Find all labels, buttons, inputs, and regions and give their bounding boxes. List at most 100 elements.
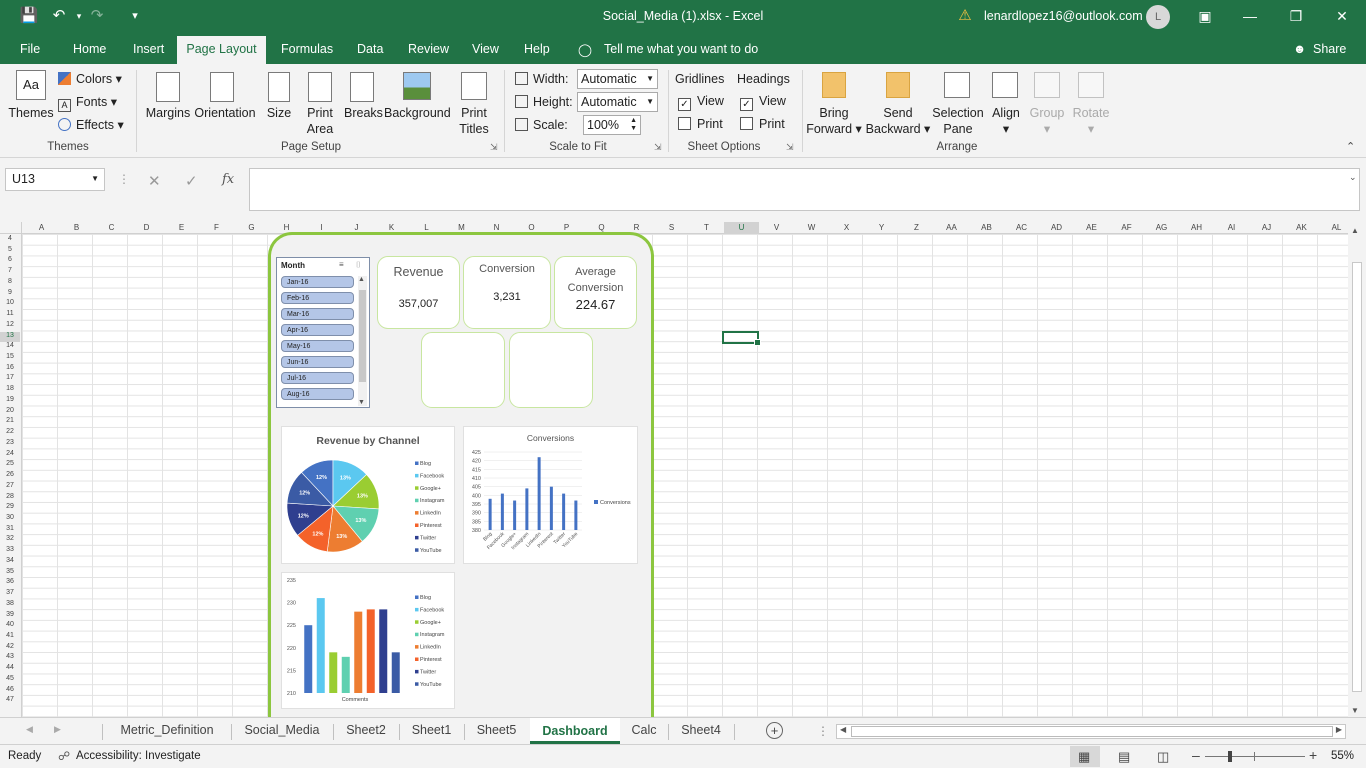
size-icon[interactable] <box>268 72 290 102</box>
average-conversion-card[interactable]: Average Conversion 224.67 <box>554 256 637 329</box>
vertical-scrollbar[interactable]: ▲ ▼ <box>1348 222 1366 717</box>
row-header[interactable]: 21 <box>0 417 20 428</box>
conversion-bar[interactable] <box>525 488 529 530</box>
row-header[interactable]: 5 <box>0 246 20 257</box>
slicer-item[interactable]: Aug-16 <box>281 388 354 400</box>
selection-pane-button[interactable]: Selection Pane <box>930 105 986 137</box>
align-icon[interactable] <box>992 72 1018 98</box>
gridlines-print-checkbox[interactable]: Print <box>678 117 723 131</box>
column-header[interactable]: T <box>689 222 724 234</box>
conversion-bar[interactable] <box>574 500 578 530</box>
conversion-card[interactable]: Conversion 3,231 <box>463 256 551 329</box>
column-header[interactable]: AJ <box>1249 222 1284 234</box>
sheet-tab-sheet5[interactable]: Sheet5 <box>465 723 528 737</box>
sheet-tab-dashboard[interactable]: Dashboard <box>530 718 620 744</box>
row-header[interactable]: 28 <box>0 493 20 504</box>
page-break-preview-icon[interactable]: ◫ <box>1157 749 1169 765</box>
bring-forward-button[interactable]: Bring Forward ▾ <box>806 105 862 137</box>
column-header[interactable]: F <box>199 222 234 234</box>
row-header[interactable]: 20 <box>0 407 20 418</box>
row-header[interactable]: 36 <box>0 578 20 589</box>
account-name[interactable]: lenardlopez16@outlook.com <box>984 9 1143 23</box>
selection-pane-icon[interactable] <box>944 72 970 98</box>
close-button[interactable]: ✕ <box>1322 4 1362 28</box>
revenue-card[interactable]: Revenue 357,007 <box>377 256 460 329</box>
sheet-tab-sheet2[interactable]: Sheet2 <box>334 723 398 737</box>
column-header[interactable]: AB <box>969 222 1004 234</box>
sheet-options-dialog-launcher-icon[interactable]: ⇲ <box>786 142 794 153</box>
margins-button[interactable]: Margins <box>144 105 192 121</box>
conversion-bar[interactable] <box>513 500 517 530</box>
group-button[interactable]: Group ▾ <box>1026 105 1068 137</box>
row-header[interactable]: 33 <box>0 546 20 557</box>
column-header[interactable]: AK <box>1284 222 1319 234</box>
margins-icon[interactable] <box>156 72 180 102</box>
themes-icon[interactable]: Aa <box>16 70 46 100</box>
prev-sheet-icon[interactable]: ◀ <box>26 724 33 735</box>
column-header[interactable]: AE <box>1074 222 1109 234</box>
tab-formulas[interactable]: Formulas <box>281 42 333 56</box>
sheet-tab-metric-definition[interactable]: Metric_Definition <box>104 723 230 737</box>
column-header[interactable]: D <box>129 222 164 234</box>
tab-data[interactable]: Data <box>357 42 383 56</box>
column-header[interactable]: V <box>759 222 794 234</box>
column-header[interactable]: A <box>24 222 59 234</box>
sheet-tab-sheet4[interactable]: Sheet4 <box>669 723 733 737</box>
rotate-icon[interactable] <box>1078 72 1104 98</box>
row-header[interactable]: 10 <box>0 299 20 310</box>
effects-button[interactable]: Effects ▾ <box>58 117 124 132</box>
empty-card-2[interactable] <box>509 332 593 408</box>
expand-formula-bar-icon[interactable]: ⌄ <box>1349 172 1357 183</box>
scroll-up-icon[interactable]: ▲ <box>358 276 365 283</box>
row-header[interactable]: 4 <box>0 235 20 246</box>
tab-insert[interactable]: Insert <box>133 42 164 56</box>
row-header[interactable]: 19 <box>0 396 20 407</box>
column-header[interactable]: S <box>654 222 689 234</box>
column-header[interactable]: G <box>234 222 269 234</box>
formula-input[interactable] <box>249 168 1360 211</box>
gridlines-view-checkbox[interactable]: ✓ View <box>678 94 724 111</box>
vertical-scroll-thumb[interactable] <box>1352 262 1362 692</box>
slicer-item[interactable]: Jan-16 <box>281 276 354 288</box>
minimize-button[interactable]: — <box>1230 4 1270 28</box>
row-header[interactable]: 46 <box>0 686 20 697</box>
conversion-bar[interactable] <box>537 457 541 530</box>
size-button[interactable]: Size <box>264 105 294 121</box>
column-header[interactable]: Z <box>899 222 934 234</box>
comment-bar[interactable] <box>391 652 400 693</box>
height-dropdown[interactable]: Automatic ▼ <box>577 92 658 112</box>
row-header[interactable]: 40 <box>0 621 20 632</box>
sheet-tab-sheet1[interactable]: Sheet1 <box>400 723 463 737</box>
scroll-up-icon[interactable]: ▲ <box>1351 226 1359 235</box>
column-header[interactable]: AG <box>1144 222 1179 234</box>
row-header[interactable]: 13 <box>0 331 20 343</box>
multi-select-icon[interactable]: ≡ <box>339 260 344 269</box>
active-cell[interactable] <box>722 331 761 346</box>
row-header[interactable]: 16 <box>0 364 20 375</box>
row-header[interactable]: 35 <box>0 568 20 579</box>
slicer-item[interactable]: Jun-16 <box>281 356 354 368</box>
print-area-icon[interactable] <box>308 72 332 102</box>
column-header[interactable]: AH <box>1179 222 1214 234</box>
fonts-button[interactable]: A Fonts ▾ <box>58 94 117 112</box>
orientation-icon[interactable] <box>210 72 234 102</box>
row-header[interactable]: 47 <box>0 696 20 707</box>
column-header[interactable]: E <box>164 222 199 234</box>
comment-bar[interactable] <box>316 598 325 693</box>
column-header[interactable]: AC <box>1004 222 1039 234</box>
row-header[interactable]: 39 <box>0 611 20 622</box>
background-button[interactable]: Background <box>384 105 451 121</box>
row-header[interactable]: 24 <box>0 450 20 461</box>
colors-button[interactable]: Colors ▾ <box>58 71 122 86</box>
slicer-item[interactable]: Feb-16 <box>281 292 354 304</box>
breaks-button[interactable]: Breaks <box>344 105 383 121</box>
tab-home[interactable]: Home <box>73 42 106 56</box>
comment-bar[interactable] <box>366 609 375 693</box>
next-sheet-icon[interactable]: ▶ <box>54 724 61 735</box>
add-sheet-button[interactable]: + <box>766 722 783 739</box>
worksheet-grid[interactable] <box>22 234 1348 717</box>
cancel-icon[interactable]: ✕ <box>148 172 161 190</box>
comment-bar[interactable] <box>354 611 363 693</box>
accessibility-status[interactable]: Accessibility: Investigate <box>76 750 201 762</box>
row-header[interactable]: 32 <box>0 535 20 546</box>
